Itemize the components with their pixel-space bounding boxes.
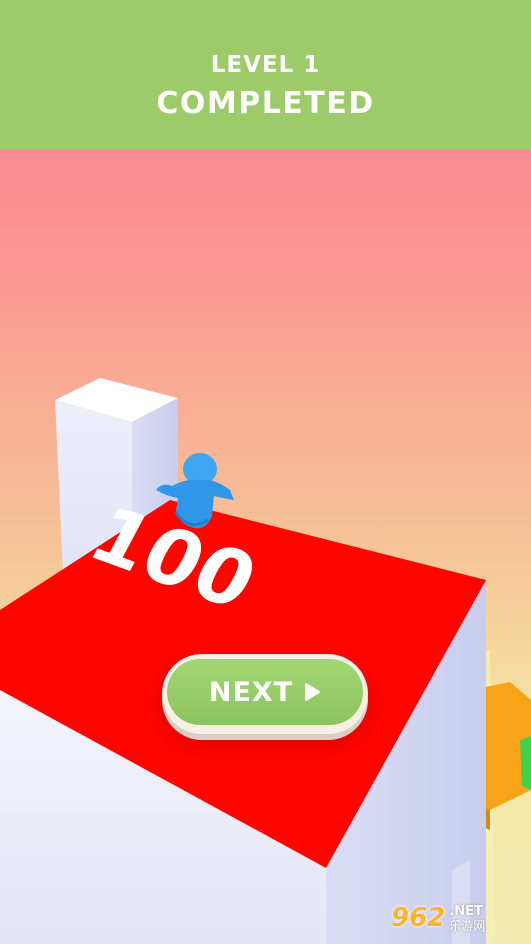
- level-label: LEVEL 1: [210, 52, 321, 78]
- play-icon: [305, 683, 321, 701]
- watermark-number: 962: [391, 903, 446, 933]
- watermark: 962 .NET 乐游网: [391, 898, 523, 938]
- game-screen: 0 100 LEVEL 1 COMPLETED NEXT: [0, 0, 531, 944]
- next-button-label: NEXT: [208, 676, 294, 708]
- next-button[interactable]: NEXT: [162, 654, 368, 734]
- watermark-text: 乐游网: [449, 918, 486, 933]
- completed-label: COMPLETED: [156, 86, 375, 121]
- next-button-face[interactable]: NEXT: [167, 659, 363, 725]
- level-complete-banner: LEVEL 1 COMPLETED: [0, 0, 531, 150]
- watermark-suffix: .NET: [449, 903, 483, 919]
